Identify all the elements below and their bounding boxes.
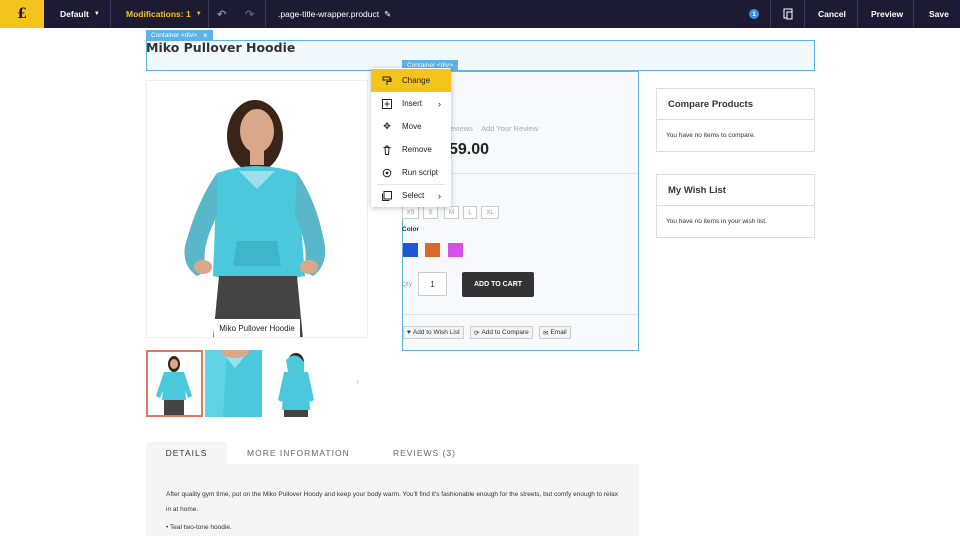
divider bbox=[857, 0, 858, 28]
selector-path[interactable]: .page-title-wrapper.product ✎ bbox=[278, 0, 391, 28]
reviews-link[interactable]: eviews bbox=[450, 124, 473, 133]
size-option-xs[interactable]: XS bbox=[402, 206, 419, 219]
details-description: After quality gym time, put on the Miko … bbox=[166, 491, 618, 513]
thumbnail-3[interactable] bbox=[264, 350, 321, 417]
menu-item-label: Select bbox=[402, 191, 425, 200]
menu-item-label: Remove bbox=[402, 145, 432, 154]
add-to-compare-button[interactable]: ⟳ Add to Compare bbox=[470, 326, 533, 339]
cancel-button[interactable]: Cancel bbox=[818, 0, 846, 28]
script-gear-icon bbox=[381, 167, 393, 179]
chevron-right-icon: › bbox=[438, 190, 441, 201]
product-tabs: DETAILS MORE INFORMATION REVIEWS (3) bbox=[146, 442, 639, 464]
email-label: Email bbox=[550, 329, 567, 336]
thumbnail-2[interactable] bbox=[205, 350, 262, 417]
product-price: 59.00 bbox=[449, 141, 490, 158]
divider bbox=[208, 0, 209, 28]
add-to-compare-label: Add to Compare bbox=[481, 329, 529, 336]
compare-products-block: Compare Products You have no items to co… bbox=[656, 88, 815, 152]
modifications-label: Modifications: 1 bbox=[126, 9, 191, 19]
wish-list-empty-text: You have no items in your wish list. bbox=[666, 218, 767, 225]
view-selector[interactable]: Default ▼ bbox=[60, 0, 100, 28]
divider bbox=[804, 0, 805, 28]
divider bbox=[770, 0, 771, 28]
add-review-link[interactable]: Add Your Review bbox=[481, 124, 538, 133]
color-swatch[interactable] bbox=[448, 243, 463, 257]
envelope-icon: ✉ bbox=[543, 329, 549, 337]
details-bullet: • Teal two-tone hoodie. bbox=[166, 524, 232, 531]
close-icon[interactable]: × bbox=[203, 31, 208, 40]
divider bbox=[265, 0, 266, 28]
menu-item-label: Move bbox=[402, 122, 422, 131]
size-option-l[interactable]: L bbox=[463, 206, 477, 219]
notification-badge[interactable]: 1 bbox=[749, 0, 759, 28]
chevron-down-icon: ▼ bbox=[195, 11, 202, 17]
menu-item-remove[interactable]: Remove bbox=[371, 138, 451, 161]
product-main-image[interactable] bbox=[146, 80, 368, 338]
menu-item-label: Insert bbox=[402, 99, 423, 108]
thumbnail-1[interactable] bbox=[146, 350, 203, 417]
compare-products-empty-text: You have no items to compare. bbox=[666, 132, 756, 139]
qty-label: Qty bbox=[402, 281, 413, 288]
editor-toolbar: £ Default ▼ Modifications: 1 ▼ ↶ ↷ .page-t… bbox=[0, 0, 960, 28]
chevron-down-icon: ▼ bbox=[93, 11, 100, 17]
divider bbox=[403, 314, 638, 315]
tab-more-information[interactable]: MORE INFORMATION bbox=[247, 442, 350, 464]
chevron-right-icon[interactable]: › bbox=[356, 376, 359, 386]
refresh-icon: ⟳ bbox=[474, 329, 480, 337]
menu-item-select[interactable]: Select › bbox=[371, 184, 451, 207]
wish-list-title: My Wish List bbox=[657, 175, 814, 206]
undo-icon[interactable]: ↶ bbox=[217, 0, 226, 28]
menu-item-move[interactable]: ✥ Move bbox=[371, 115, 451, 138]
divider bbox=[110, 0, 111, 28]
modifications-dropdown[interactable]: Modifications: 1 ▼ bbox=[126, 0, 202, 28]
menu-item-insert[interactable]: Insert › bbox=[371, 92, 451, 115]
device-preview-icon[interactable] bbox=[782, 0, 794, 28]
menu-item-label: Run script bbox=[402, 168, 439, 177]
menu-item-run-script[interactable]: Run script bbox=[371, 161, 451, 184]
preview-button[interactable]: Preview bbox=[871, 0, 903, 28]
context-menu: Change Insert › ✥ Move Remove Run script… bbox=[371, 68, 451, 207]
save-button[interactable]: Save bbox=[929, 0, 949, 28]
menu-item-label: Change bbox=[402, 76, 431, 85]
tab-details-content: After quality gym time, put on the Miko … bbox=[146, 464, 639, 536]
add-to-wishlist-label: Add to Wish List bbox=[412, 329, 460, 336]
paint-roller-icon bbox=[381, 75, 393, 87]
color-swatch[interactable] bbox=[425, 243, 440, 257]
move-arrows-icon: ✥ bbox=[383, 121, 391, 131]
app-logo[interactable]: £ bbox=[0, 0, 44, 28]
image-caption: Miko Pullover Hoodie bbox=[214, 319, 300, 337]
title-container-tag-label: Container <div> bbox=[151, 31, 197, 39]
tab-details[interactable]: DETAILS bbox=[146, 442, 227, 464]
divider bbox=[913, 0, 914, 28]
chevron-right-icon: › bbox=[438, 98, 441, 109]
size-option-m[interactable]: M bbox=[444, 206, 459, 219]
color-label: Color bbox=[402, 226, 419, 233]
insert-box-icon bbox=[381, 98, 393, 110]
notification-count: 1 bbox=[749, 9, 759, 19]
tab-reviews[interactable]: REVIEWS (3) bbox=[393, 442, 456, 464]
menu-item-change[interactable]: Change bbox=[371, 69, 451, 92]
size-option-s[interactable]: S bbox=[423, 206, 438, 219]
title-container-tag[interactable]: Container <div> × bbox=[146, 30, 213, 40]
qty-input[interactable]: 1 bbox=[418, 272, 447, 296]
trash-icon bbox=[381, 144, 393, 156]
email-button[interactable]: ✉ Email bbox=[539, 326, 571, 339]
heart-icon: ♥ bbox=[407, 329, 411, 336]
redo-icon[interactable]: ↷ bbox=[245, 0, 254, 28]
add-to-cart-button[interactable]: ADD TO CART bbox=[462, 272, 534, 297]
compare-products-title: Compare Products bbox=[657, 89, 814, 120]
pencil-icon[interactable]: ✎ bbox=[384, 9, 391, 20]
selector-path-label: .page-title-wrapper.product bbox=[278, 9, 380, 19]
page-title: Miko Pullover Hoodie bbox=[146, 40, 296, 55]
color-swatch[interactable] bbox=[403, 243, 418, 257]
select-box-icon bbox=[381, 190, 393, 202]
size-option-xl[interactable]: XL bbox=[481, 206, 499, 219]
wish-list-block: My Wish List You have no items in your w… bbox=[656, 174, 815, 238]
add-to-wishlist-button[interactable]: ♥ Add to Wish List bbox=[403, 326, 464, 339]
view-selector-label: Default bbox=[60, 9, 89, 19]
